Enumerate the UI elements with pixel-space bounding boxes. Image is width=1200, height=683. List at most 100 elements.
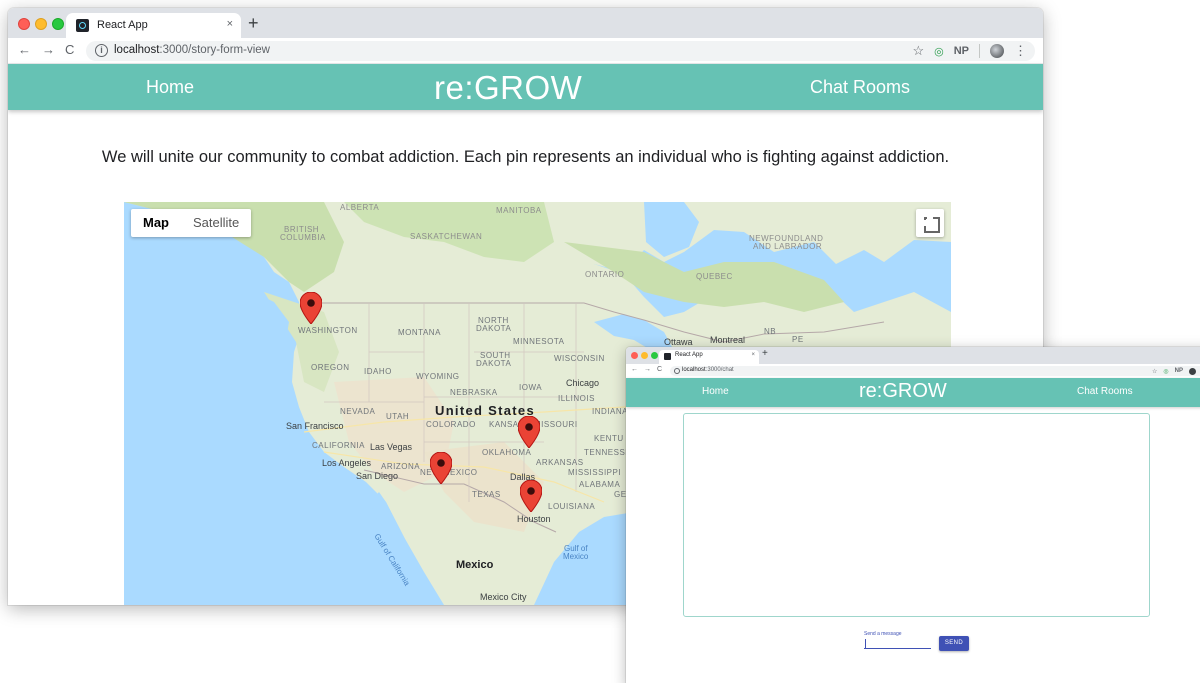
map-label: Mexico City <box>480 592 527 602</box>
back-icon[interactable]: ← <box>18 42 31 57</box>
map-label: Las Vegas <box>370 442 413 452</box>
map-label: San Diego <box>356 471 399 481</box>
browser-tab[interactable]: React App × <box>66 13 241 38</box>
extension-np-icon[interactable]: NP <box>1175 368 1183 374</box>
browser-toolbar: ← → C i localhost:3000/story-form-view ☆… <box>8 38 1043 64</box>
map-label: Chicago <box>566 378 600 388</box>
map-label: NB <box>764 327 777 336</box>
map-label: TEXAS <box>472 490 501 499</box>
site-info-icon[interactable] <box>674 368 680 374</box>
extension-green-icon[interactable]: ◎ <box>934 45 944 58</box>
map-label: TENNESSE <box>584 448 632 457</box>
site-brand[interactable]: re:GROW <box>859 380 947 403</box>
map-type-satellite-button[interactable]: Satellite <box>181 209 251 237</box>
new-tab-button[interactable]: + <box>248 13 259 33</box>
close-window-icon[interactable] <box>631 352 638 359</box>
nav-home-link[interactable]: Home <box>702 386 729 397</box>
minimize-window-icon[interactable] <box>35 18 47 30</box>
menu-kebab-icon[interactable]: ⋮ <box>1014 43 1027 59</box>
map-label: KENTU <box>594 434 624 443</box>
send-button[interactable]: SEND <box>939 636 969 651</box>
react-favicon-icon <box>76 19 89 32</box>
map-label: COLORADO <box>426 420 476 429</box>
maximize-window-icon[interactable] <box>52 18 64 30</box>
map-label: COLUMBIA <box>280 233 326 242</box>
map-pin-icon[interactable] <box>520 480 542 512</box>
map-label: ARKANSAS <box>536 458 584 467</box>
profile-avatar-icon[interactable] <box>1189 367 1196 375</box>
map-pin-icon[interactable] <box>300 292 322 324</box>
map-label: ILLINOIS <box>558 394 595 403</box>
map-label: ONTARIO <box>585 270 625 279</box>
chat-tab-strip: React App × + <box>626 347 1200 364</box>
map-label: OREGON <box>311 363 350 372</box>
forward-icon[interactable]: → <box>644 366 651 373</box>
fullscreen-icon[interactable] <box>916 209 944 237</box>
bookmark-star-icon[interactable]: ☆ <box>1152 368 1157 375</box>
reload-icon[interactable]: C <box>657 366 662 373</box>
tab-close-icon[interactable]: × <box>227 18 233 30</box>
map-label: ALABAMA <box>579 480 621 489</box>
back-icon[interactable]: ← <box>631 366 638 373</box>
forward-icon[interactable]: → <box>42 42 55 57</box>
nav-chat-rooms-link[interactable]: Chat Rooms <box>810 77 910 98</box>
map-label: MONTANA <box>398 328 441 337</box>
map-label: UTAH <box>386 412 410 421</box>
tab-title: React App <box>675 352 703 358</box>
map-label: IDAHO <box>364 367 392 376</box>
nav-chat-rooms-link[interactable]: Chat Rooms <box>1077 386 1133 397</box>
message-field-label: Send a message <box>864 631 902 637</box>
map-pin-icon[interactable] <box>518 416 540 448</box>
map-label: INDIANA <box>592 407 628 416</box>
site-navbar: Home re:GROW Chat Rooms <box>8 64 1043 110</box>
tab-title: React App <box>97 19 148 31</box>
toolbar-extensions: ☆ ◎ NP ⋮ <box>912 43 1027 59</box>
chat-browser-window: React App × + ← → C localhost:3000/chat … <box>626 347 1200 683</box>
nav-home-link[interactable]: Home <box>146 77 194 98</box>
minimize-window-icon[interactable] <box>641 352 648 359</box>
message-input[interactable] <box>864 638 931 649</box>
react-favicon-icon <box>664 353 671 360</box>
map-label: LOUISIANA <box>548 502 596 511</box>
map-label: OKLAHOMA <box>482 448 532 457</box>
map-label: WASHINGTON <box>298 326 358 335</box>
site-brand[interactable]: re:GROW <box>434 69 582 107</box>
map-label: Mexico <box>456 559 494 571</box>
map-label: IOWA <box>519 383 543 392</box>
url-path: :3000/story-form-view <box>159 44 270 56</box>
address-bar[interactable]: localhost:3000/chat ☆ ◎ NP ⋮ <box>670 366 1200 376</box>
toolbar-extensions: ☆ ◎ NP ⋮ <box>1152 366 1200 376</box>
map-label: NEBRASKA <box>450 388 498 397</box>
map-label: Montreal <box>710 335 746 345</box>
map-label: WYOMING <box>416 372 460 381</box>
extension-np-icon[interactable]: NP <box>954 45 969 57</box>
bookmark-star-icon[interactable]: ☆ <box>912 43 924 59</box>
tab-close-icon[interactable]: × <box>751 352 755 358</box>
new-tab-button[interactable]: + <box>762 348 768 359</box>
url-text: localhost:3000/story-form-view <box>114 44 270 56</box>
map-label: MISSISSIPPI <box>568 468 622 477</box>
url-text: localhost:3000/chat <box>682 367 734 373</box>
mission-statement: We will unite our community to combat ad… <box>101 148 950 166</box>
site-info-icon[interactable]: i <box>95 44 108 57</box>
map-label: SASKATCHEWAN <box>410 232 483 241</box>
address-bar[interactable]: i localhost:3000/story-form-view ☆ ◎ NP … <box>86 41 1035 61</box>
extension-green-icon[interactable]: ◎ <box>1163 368 1168 375</box>
map-type-map-button[interactable]: Map <box>131 209 181 237</box>
maximize-window-icon[interactable] <box>651 352 658 359</box>
url-path: :3000/chat <box>705 367 734 373</box>
map-label: Mexico <box>563 552 589 561</box>
close-window-icon[interactable] <box>18 18 30 30</box>
map-label: MISSOURI <box>534 420 578 429</box>
map-label: Ottawa <box>664 337 693 347</box>
profile-avatar-icon[interactable] <box>990 44 1004 58</box>
map-label: ARIZONA <box>381 462 421 471</box>
map-pin-icon[interactable] <box>430 452 452 484</box>
toolbar-divider <box>979 44 980 58</box>
map-label: PE <box>792 335 804 344</box>
chat-browser-tab[interactable]: React App × <box>659 350 759 364</box>
chat-browser-toolbar: ← → C localhost:3000/chat ☆ ◎ NP ⋮ <box>626 364 1200 378</box>
chat-messages-panel[interactable] <box>683 413 1150 617</box>
url-host: localhost <box>114 44 160 56</box>
reload-icon[interactable]: C <box>65 42 74 57</box>
